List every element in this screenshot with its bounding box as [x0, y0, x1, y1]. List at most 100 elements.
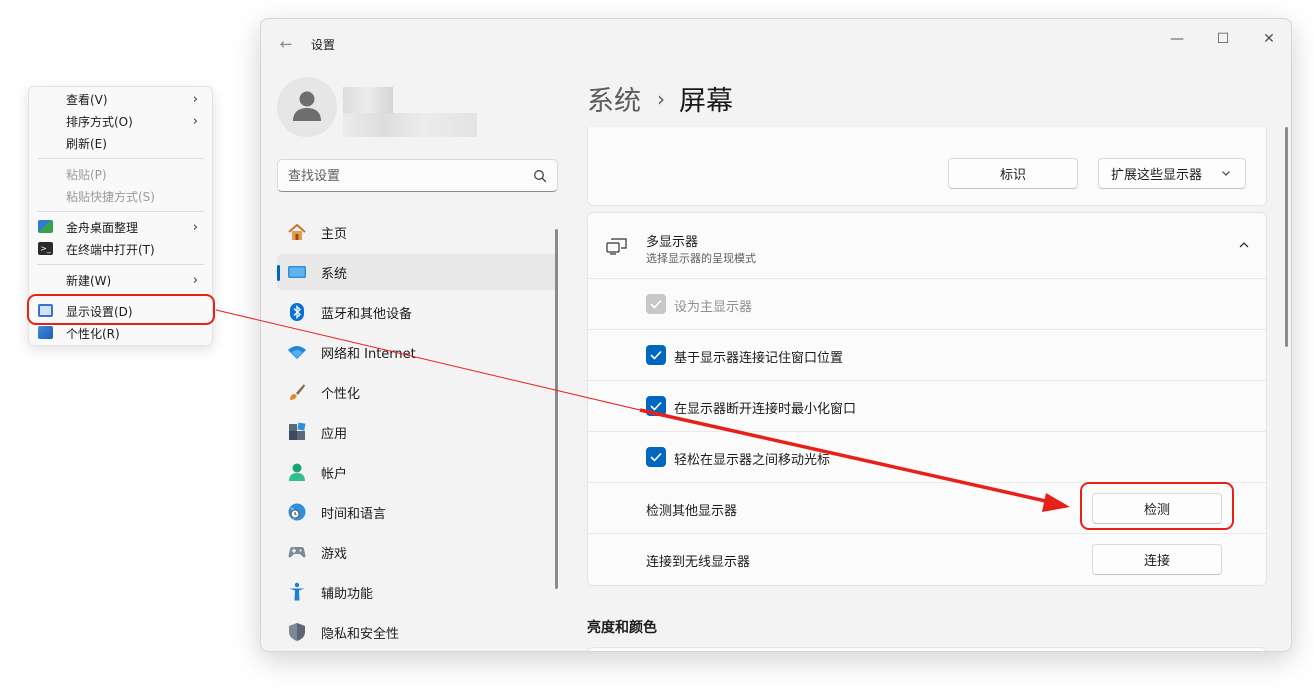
checkmark-icon: [650, 401, 662, 411]
minimize-button[interactable]: —: [1155, 25, 1199, 53]
setting-row-primary-display: 设为主显示器: [588, 279, 1266, 330]
display-arrangement-card: 标识 扩展这些显示器: [587, 127, 1267, 206]
terminal-icon: >_: [38, 242, 53, 255]
chevron-right-icon: ›: [192, 91, 198, 107]
chevron-down-icon: [1222, 171, 1230, 176]
checkmark-icon: [650, 452, 662, 462]
menu-item-label: 个性化(R): [66, 326, 120, 341]
sidebar-item-bluetooth[interactable]: 蓝牙和其他设备: [277, 294, 557, 330]
setting-label: 在显示器断开连接时最小化窗口: [674, 402, 857, 417]
globe-clock-icon: [288, 503, 306, 521]
user-email-redacted: [343, 113, 477, 137]
primary-display-checkbox: [646, 294, 666, 314]
menu-item-sort[interactable]: 排序方式(O) ›: [29, 110, 212, 132]
setting-row-remember-window: 基于显示器连接记住窗口位置: [588, 330, 1266, 381]
avatar[interactable]: [277, 77, 337, 137]
minimize-windows-checkbox[interactable]: [646, 396, 666, 416]
sidebar-item-label: 蓝牙和其他设备: [321, 306, 413, 322]
title-bar: ← 设置 — ☐ ✕: [261, 19, 1291, 67]
multi-display-title: 多显示器: [646, 235, 699, 250]
identify-button[interactable]: 标识: [948, 158, 1078, 189]
sidebar-item-label: 应用: [321, 426, 348, 442]
breadcrumb-parent[interactable]: 系统: [587, 79, 641, 118]
settings-window: ← 设置 — ☐ ✕ 主页: [260, 18, 1292, 652]
apps-icon: [289, 422, 306, 440]
menu-item-personalize[interactable]: 个性化(R): [29, 322, 212, 344]
menu-item-new[interactable]: 新建(W) ›: [29, 269, 212, 291]
search-icon[interactable]: [533, 169, 547, 183]
sidebar-item-apps[interactable]: 应用: [277, 414, 557, 450]
annotation-highlight-display-settings: [27, 294, 215, 325]
display-mode-selected: 扩展这些显示器: [1111, 168, 1203, 183]
setting-row-wireless-display: 连接到无线显示器 连接: [588, 534, 1266, 585]
main-content: 标识 扩展这些显示器 多显示器 选择显示器的呈现模式 设为主显示器 基于显示器连…: [587, 127, 1268, 651]
sidebar-item-privacy[interactable]: 隐私和安全性: [277, 614, 557, 650]
setting-label: 基于显示器连接记住窗口位置: [674, 351, 844, 366]
remember-window-checkbox[interactable]: [646, 345, 666, 365]
menu-item-jinzhou[interactable]: 金舟桌面整理 ›: [29, 216, 212, 238]
setting-row-ease-cursor: 轻松在显示器之间移动光标: [588, 432, 1266, 483]
menu-item-label: 粘贴快捷方式(S): [66, 189, 155, 204]
sidebar-item-time-language[interactable]: 时间和语言: [277, 494, 557, 530]
close-button[interactable]: ✕: [1247, 25, 1291, 53]
account-icon: [289, 463, 305, 481]
back-button[interactable]: ←: [275, 33, 297, 55]
maximize-button[interactable]: ☐: [1201, 25, 1245, 53]
sidebar-item-gaming[interactable]: 游戏: [277, 534, 557, 570]
multi-monitor-icon: [606, 238, 627, 255]
sidebar-item-label: 帐户: [321, 466, 348, 482]
connect-button[interactable]: 连接: [1092, 544, 1222, 575]
personalize-icon: [38, 326, 53, 339]
setting-row-minimize-windows: 在显示器断开连接时最小化窗口: [588, 381, 1266, 432]
sidebar-item-label: 隐私和安全性: [321, 626, 400, 642]
multi-display-header[interactable]: 多显示器 选择显示器的呈现模式: [588, 213, 1266, 279]
menu-item-label: 金舟桌面整理: [66, 220, 139, 235]
sidebar-item-personalization[interactable]: 个性化: [277, 374, 557, 410]
sidebar-item-label: 网络和 Internet: [321, 346, 416, 362]
page-title: 屏幕: [679, 86, 733, 117]
menu-item-paste-shortcut: 粘贴快捷方式(S): [29, 185, 212, 207]
annotation-highlight-detect-button: [1080, 482, 1234, 530]
accessibility-icon: [289, 582, 305, 601]
sidebar-item-label: 辅助功能: [321, 586, 374, 602]
search-box: [277, 159, 558, 192]
sidebar-scrollbar[interactable]: [555, 229, 558, 589]
checkmark-icon: [650, 350, 662, 360]
sidebar-item-accounts[interactable]: 帐户: [277, 454, 557, 490]
menu-item-open-terminal[interactable]: >_ 在终端中打开(T): [29, 238, 212, 260]
wifi-icon: [288, 346, 306, 359]
menu-item-label: 查看(V): [66, 92, 108, 107]
sidebar-item-label: 时间和语言: [321, 506, 387, 522]
chevron-right-icon: ›: [192, 272, 198, 288]
menu-item-view[interactable]: 查看(V) ›: [29, 88, 212, 110]
brightness-card: [587, 647, 1267, 651]
breadcrumb: 系统 › 屏幕: [587, 79, 733, 118]
menu-item-label: 刷新(E): [66, 136, 107, 151]
sidebar-item-system[interactable]: 系统: [277, 254, 557, 290]
chevron-right-icon: ›: [192, 219, 198, 235]
ease-cursor-checkbox[interactable]: [646, 447, 666, 467]
setting-label: 轻松在显示器之间移动光标: [674, 453, 831, 468]
menu-item-label: 新建(W): [66, 273, 112, 288]
sidebar-item-home[interactable]: 主页: [277, 214, 557, 250]
display-mode-dropdown[interactable]: 扩展这些显示器: [1098, 158, 1246, 189]
sidebar-item-network[interactable]: 网络和 Internet: [277, 334, 557, 370]
menu-item-refresh[interactable]: 刷新(E): [29, 132, 212, 154]
menu-item-paste: 粘贴(P): [29, 163, 212, 185]
main-scrollbar[interactable]: [1285, 127, 1288, 347]
checkmark-icon: [650, 299, 662, 309]
sidebar-item-accessibility[interactable]: 辅助功能: [277, 574, 557, 610]
jinzhou-app-icon: [38, 220, 53, 233]
chevron-up-icon[interactable]: [1238, 239, 1250, 251]
window-title: 设置: [311, 38, 336, 52]
brush-icon: [290, 384, 305, 400]
breadcrumb-separator: ›: [657, 86, 665, 111]
home-icon: [288, 223, 306, 240]
sidebar-item-label: 个性化: [321, 386, 361, 402]
user-name-redacted: [343, 87, 393, 113]
menu-item-label: 排序方式(O): [66, 114, 133, 129]
sidebar-item-label: 主页: [321, 226, 348, 242]
gamepad-icon: [288, 547, 306, 558]
search-input[interactable]: [288, 167, 518, 185]
system-icon: [288, 266, 306, 278]
